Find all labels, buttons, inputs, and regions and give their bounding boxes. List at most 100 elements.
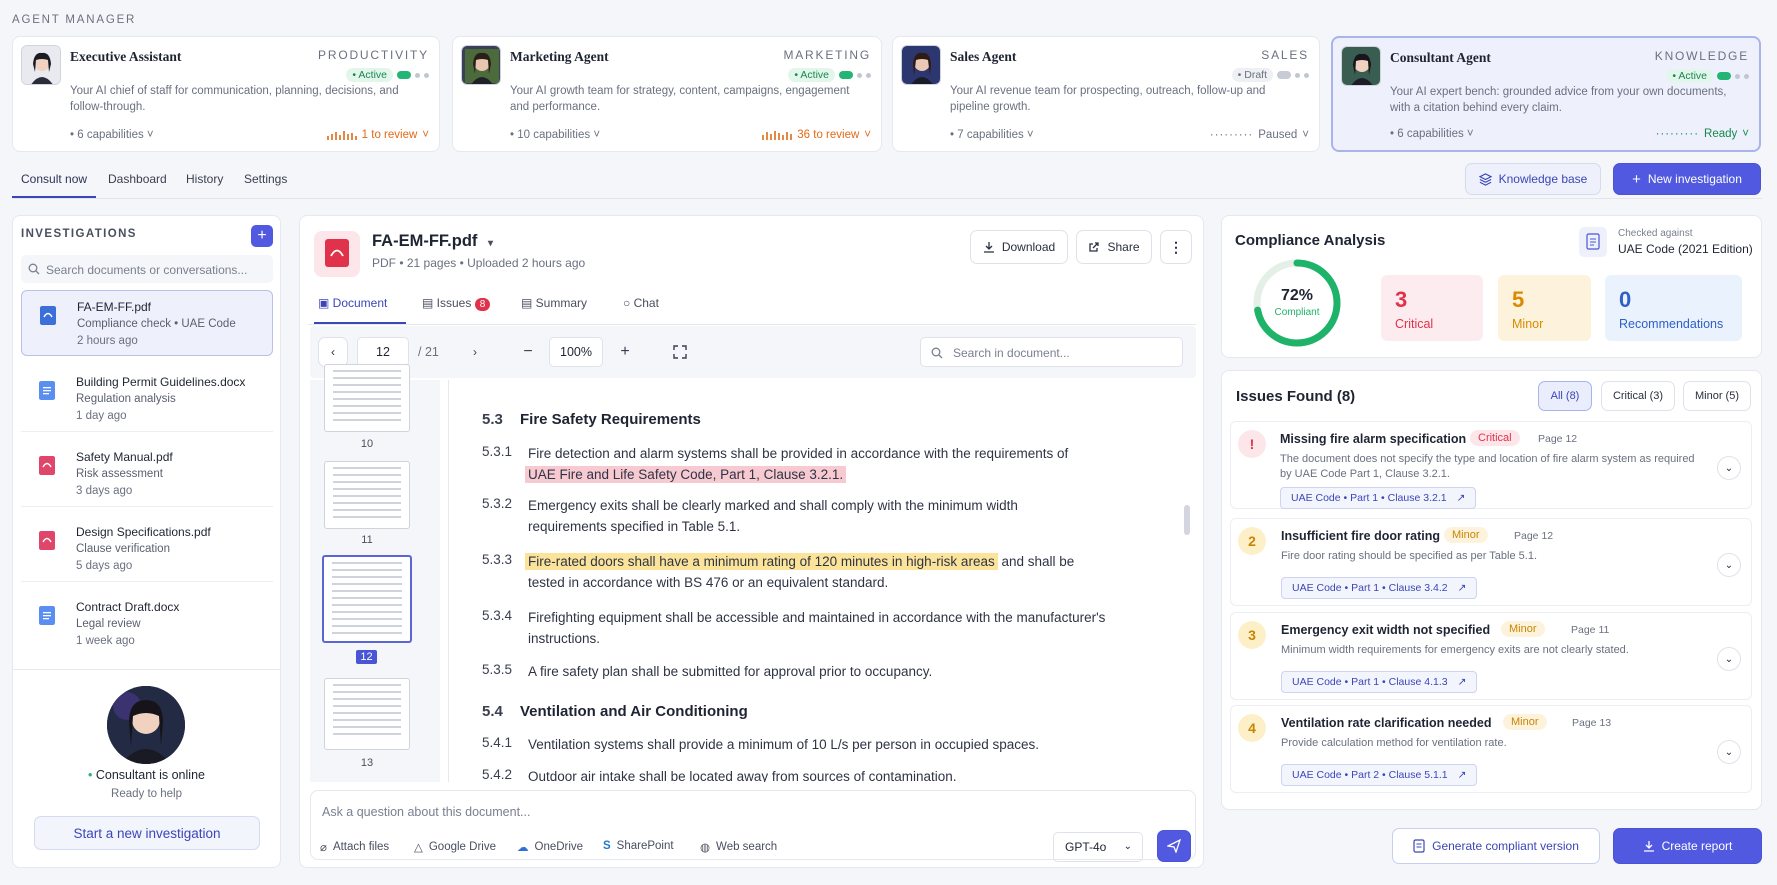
new-investigation-button[interactable]: + New investigation: [1613, 163, 1761, 195]
filter-critical[interactable]: Critical (3): [1601, 381, 1675, 411]
sharepoint-button[interactable]: S SharePoint: [603, 840, 674, 852]
google-drive-button[interactable]: △ Google Drive: [414, 840, 496, 854]
recommendations-stat[interactable]: 0 Recommendations: [1605, 275, 1742, 341]
investigation-subtitle: Compliance check • UAE Code: [77, 318, 236, 330]
send-button[interactable]: [1157, 830, 1191, 862]
download-button[interactable]: Download: [970, 230, 1068, 264]
tab-chat[interactable]: ○ Chat: [623, 296, 659, 310]
critical-stat[interactable]: 3 Critical: [1381, 275, 1483, 341]
minor-stat[interactable]: 5 Minor: [1498, 275, 1591, 341]
generate-compliant-button[interactable]: Generate compliant version: [1392, 828, 1600, 864]
active-toggle[interactable]: [1717, 72, 1731, 80]
review-link[interactable]: ········· Paused ˅: [1210, 129, 1309, 141]
tab-history[interactable]: History: [186, 172, 223, 186]
page-thumbnail[interactable]: [324, 461, 410, 529]
sidebar-search[interactable]: Search documents or conversations...: [21, 255, 273, 283]
investigation-time: 1 week ago: [76, 635, 135, 647]
filter-minor[interactable]: Minor (5): [1683, 381, 1751, 411]
critical-label: Critical: [1395, 317, 1434, 331]
section-number: 5.4: [482, 703, 503, 720]
review-link[interactable]: ········· Ready ˅: [1656, 128, 1749, 140]
web-search-button[interactable]: ◍ Web search: [700, 840, 777, 854]
page-input[interactable]: 12: [357, 337, 409, 367]
issue-item[interactable]: 3 Emergency exit width not specified Min…: [1230, 612, 1752, 700]
chevron-down-icon[interactable]: ▾: [488, 238, 493, 249]
expand-button[interactable]: ⌄: [1717, 456, 1741, 480]
zoom-level[interactable]: 100%: [549, 337, 603, 367]
expand-button[interactable]: ⌄: [1717, 553, 1741, 577]
zoom-out-button[interactable]: −: [513, 337, 543, 367]
issue-description: Fire door rating should be specified as …: [1281, 550, 1538, 562]
zoom-in-button[interactable]: +: [610, 337, 640, 367]
prev-page-button[interactable]: ‹: [318, 337, 348, 367]
code-reference-link[interactable]: UAE Code • Part 2 • Clause 5.1.1 ↗: [1281, 764, 1478, 786]
tab-issues[interactable]: ▤ Issues 8: [422, 296, 491, 311]
issue-item[interactable]: 2 Insufficient fire door rating Minor Pa…: [1230, 518, 1752, 606]
knowledge-base-button[interactable]: Knowledge base: [1465, 163, 1601, 195]
active-toggle[interactable]: [839, 71, 853, 79]
code-reference-link[interactable]: UAE Code • Part 1 • Clause 3.2.1 ↗: [1280, 487, 1477, 509]
issue-page: Page 12: [1538, 433, 1578, 445]
expand-button[interactable]: ⌄: [1717, 647, 1741, 671]
docx-file-icon: [39, 381, 55, 400]
next-page-button[interactable]: ›: [460, 337, 490, 367]
highlight-minor[interactable]: Fire-rated doors shall have a minimum ra…: [525, 553, 998, 570]
start-investigation-button[interactable]: Start a new investigation: [34, 816, 260, 850]
expand-button[interactable]: ⌄: [1717, 740, 1741, 764]
more-options-button[interactable]: ⋮: [1160, 230, 1192, 264]
investigation-item[interactable]: Safety Manual.pdf Risk assessment 3 days…: [21, 441, 273, 507]
clause-text: Outdoor air intake shall be located away…: [528, 769, 957, 782]
onedrive-button[interactable]: ☁ OneDrive: [517, 840, 583, 854]
document-search-input[interactable]: Search in document...: [920, 337, 1183, 367]
capabilities-dropdown[interactable]: • 6 capabilities ˅: [1390, 128, 1474, 140]
issue-item[interactable]: ! Missing fire alarm specification Criti…: [1230, 421, 1752, 509]
compliance-label: Compliant: [1274, 307, 1320, 318]
share-icon: [1089, 242, 1100, 252]
layers-icon: [1478, 172, 1492, 186]
draft-toggle[interactable]: [1277, 71, 1291, 79]
issue-item[interactable]: 4 Ventilation rate clarification needed …: [1230, 705, 1752, 793]
agent-card-marketing[interactable]: Marketing Agent MARKETING • Active Your …: [452, 36, 882, 152]
investigation-item[interactable]: FA-EM-FF.pdf Compliance check • UAE Code…: [21, 290, 273, 356]
capabilities-dropdown[interactable]: • 6 capabilities ˅: [70, 129, 154, 141]
highlight-critical[interactable]: UAE Fire and Life Safety Code, Part 1, C…: [525, 466, 847, 483]
create-report-button[interactable]: Create report: [1613, 828, 1762, 864]
agent-category: MARKETING: [783, 48, 871, 62]
fullscreen-button[interactable]: [665, 337, 695, 367]
document-title: FA-EM-FF.pdf ▾: [372, 232, 494, 250]
investigation-item[interactable]: Design Specifications.pdf Clause verific…: [21, 516, 273, 582]
investigation-item[interactable]: Contract Draft.docx Legal review 1 week …: [21, 591, 273, 657]
page-thumbnail-active[interactable]: [322, 555, 412, 643]
tab-document[interactable]: ▣ Document: [318, 296, 387, 310]
active-toggle[interactable]: [397, 71, 411, 79]
chevron-down-icon: ⌄: [1123, 841, 1132, 852]
code-reference-link[interactable]: UAE Code • Part 1 • Clause 3.4.2 ↗: [1281, 577, 1478, 599]
share-button[interactable]: Share: [1076, 230, 1152, 264]
tab-settings[interactable]: Settings: [244, 172, 287, 186]
sidebar-divider: [12, 669, 281, 670]
review-link[interactable]: 36 to review ˅: [762, 129, 871, 141]
capabilities-dropdown[interactable]: • 10 capabilities ˅: [510, 129, 600, 141]
page-thumbnail[interactable]: [324, 364, 410, 432]
filter-all[interactable]: All (8): [1538, 381, 1592, 411]
tab-consult-now[interactable]: Consult now: [21, 172, 87, 186]
paperclip-icon: ⌀: [320, 842, 327, 854]
investigation-item[interactable]: Building Permit Guidelines.docx Regulati…: [21, 366, 273, 432]
page-thumbnail[interactable]: [324, 678, 410, 750]
code-reference-link[interactable]: UAE Code • Part 1 • Clause 4.1.3 ↗: [1281, 671, 1478, 693]
attach-files-button[interactable]: ⌀ Attach files: [320, 840, 389, 854]
add-investigation-button[interactable]: +: [251, 225, 273, 247]
document-icon: ▣: [318, 296, 333, 310]
agent-category: KNOWLEDGE: [1654, 49, 1749, 63]
tab-dashboard[interactable]: Dashboard: [108, 172, 167, 186]
tab-summary[interactable]: ▤ Summary: [521, 296, 587, 310]
agent-card-consultant[interactable]: Consultant Agent KNOWLEDGE • Active Your…: [1331, 36, 1761, 152]
capabilities-dropdown[interactable]: • 7 capabilities ˅: [950, 129, 1034, 141]
dot-icon: [857, 72, 862, 78]
agent-card-executive[interactable]: Executive Assistant PRODUCTIVITY • Activ…: [12, 36, 440, 152]
chevron-down-icon: ⌄: [1724, 746, 1734, 758]
scrollbar-thumb[interactable]: [1184, 505, 1190, 535]
review-link[interactable]: 1 to review ˅: [326, 129, 429, 141]
model-select[interactable]: GPT-4o ⌄: [1053, 832, 1143, 862]
agent-card-sales[interactable]: Sales Agent SALES • Draft Your AI revenu…: [892, 36, 1320, 152]
